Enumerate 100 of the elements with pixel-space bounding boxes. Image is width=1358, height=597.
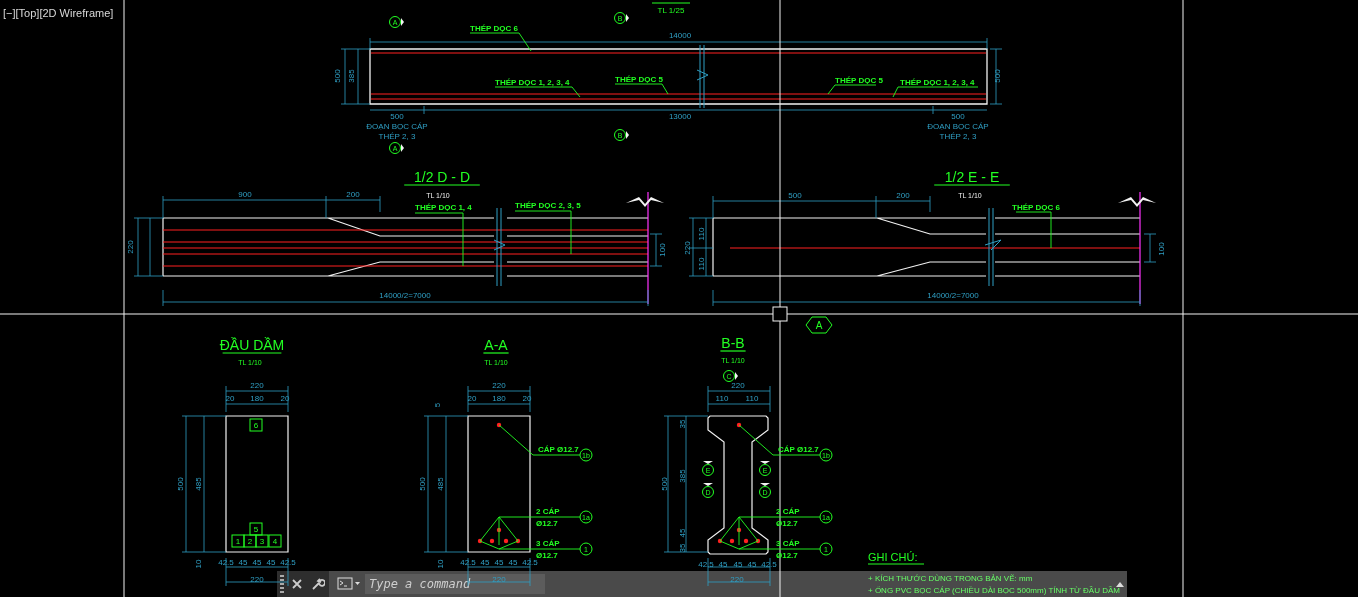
rebar-label: THÉP DỌC 2, 3, 5 — [515, 201, 581, 210]
dimension-text: 220 — [730, 575, 744, 584]
note-text: + ỐNG PVC BỌC CÁP (CHIỀU DÀI BỌC 500mm) TÍNH TỪ ĐẦU DẦM — [868, 586, 1120, 595]
cable-label: 3 CÁP — [776, 539, 800, 548]
dimension-text: 220 — [126, 240, 135, 254]
rebar-label: THÉP DỌC 6 — [1012, 203, 1060, 212]
dimension-text: 45 — [733, 560, 743, 569]
marker-hexagon — [805, 316, 833, 334]
section-title: 1/2 E - E — [944, 169, 1000, 185]
leader-line — [614, 83, 669, 95]
dimension-text: 42.5 — [698, 560, 714, 569]
dimension-text: 20 — [522, 394, 532, 403]
dimension-text: 500 — [176, 477, 185, 491]
cable-label: Ø12.7 — [776, 519, 798, 528]
leader-line — [1015, 211, 1052, 249]
sheath-note: ĐOẠN BỌC CÁP — [366, 122, 428, 131]
leader-line — [514, 210, 572, 255]
dimension-text: 200 — [346, 190, 360, 199]
dimension-text: 20 — [225, 394, 235, 403]
rebar-label: THÉP DỌC 1, 2, 3, 4 — [495, 78, 570, 87]
dimension-text: 42.5 — [522, 558, 538, 567]
dimension-text: 5 — [433, 402, 442, 408]
dimension-text: 385 — [347, 69, 356, 83]
dimension-text: 220 — [731, 381, 745, 390]
dimension-text: 110 — [697, 227, 706, 241]
dimension-text: 100 — [658, 243, 667, 257]
dimension-text: 45 — [480, 558, 490, 567]
dimension-text: 45 — [252, 558, 262, 567]
section-marker-label: A — [815, 320, 823, 331]
bar-number-box — [249, 418, 263, 432]
dimension-text: 500 — [660, 477, 669, 491]
dimension-text: 180 — [250, 394, 264, 403]
dimension-text: 35 — [678, 543, 687, 553]
rebar-label: THÉP DỌC 5 — [615, 75, 663, 84]
drawing-canvas[interactable] — [0, 0, 1358, 597]
grip-handle[interactable] — [277, 571, 287, 597]
dimension-text: 20 — [280, 394, 290, 403]
dimension-text: 100 — [1157, 242, 1166, 256]
dimension-text: 13000 — [668, 112, 692, 121]
dimension-text: 500 — [788, 191, 802, 200]
dimension-text: 220 — [250, 381, 264, 390]
dimension-text: 220 — [683, 241, 692, 255]
dimension-text: 14000/2=7000 — [927, 291, 979, 300]
rebar-label: THÉP DỌC 6 — [470, 24, 518, 33]
notes-title: GHI CHÚ: — [868, 551, 918, 563]
close-icon[interactable] — [291, 578, 303, 590]
view-direction-icon — [760, 461, 770, 464]
bar-number: 3 — [259, 537, 265, 546]
section-title: B-B — [721, 335, 745, 351]
dimension-text: 110 — [745, 394, 759, 403]
cable-label: Ø12.7 — [536, 519, 558, 528]
dimension-text: 385 — [678, 469, 687, 483]
dimension-text: 220 — [492, 575, 506, 584]
dimension-text: 500 — [390, 112, 404, 121]
section-title: ĐẦU DẦM — [219, 337, 285, 353]
section-arrows-icon — [626, 197, 664, 207]
cable-label: Ø12.7 — [776, 551, 798, 560]
section-title: 1/2 D - D — [414, 169, 470, 185]
rebar-label: THÉP DỌC 1, 4 — [415, 203, 472, 212]
cable-label: CÁP Ø12.7 — [778, 445, 819, 454]
dimension-text: 500 — [333, 69, 342, 83]
dimension-text: 42.5 — [761, 560, 777, 569]
dimension-text: 10 — [436, 559, 445, 569]
dimension-text: 45 — [508, 558, 518, 567]
bar-number-box — [243, 534, 257, 548]
cursor-pickbox — [772, 306, 788, 322]
viewport-label[interactable]: [−][Top][2D Wireframe] — [3, 5, 114, 22]
dimension-text: 14000 — [668, 31, 692, 40]
caret-up-icon[interactable] — [1115, 580, 1125, 588]
dimension-text: 45 — [266, 558, 276, 567]
view-direction-icon — [735, 372, 738, 380]
dimension-text: 500 — [993, 69, 1002, 83]
command-prompt-icon[interactable] — [337, 577, 361, 591]
dimension-text: 45 — [238, 558, 248, 567]
dimension-text: 35 — [678, 419, 687, 429]
wrench-icon[interactable] — [311, 577, 325, 591]
rebar-label: THÉP DỌC 5 — [835, 76, 883, 85]
dimension-text: 500 — [418, 477, 427, 491]
dimension-text: 14000/2=7000 — [379, 291, 431, 300]
dimension-text: 500 — [951, 112, 965, 121]
dimension-text: 200 — [896, 191, 910, 200]
cable-label: Ø12.7 — [536, 551, 558, 560]
bar-number: 1 — [235, 537, 241, 546]
dimension-text: 45 — [747, 560, 757, 569]
dimension-text: 485 — [194, 477, 203, 491]
view-direction-icon — [626, 14, 629, 22]
leader-line — [827, 84, 877, 95]
cable-label: 2 CÁP — [776, 507, 800, 516]
break-line — [696, 44, 709, 109]
rebar-label: THÉP DỌC 1, 2, 3, 4 — [900, 78, 975, 87]
cable-label: CÁP Ø12.7 — [538, 445, 579, 454]
bar-number: 6 — [253, 421, 259, 430]
dimension-text: 220 — [250, 575, 264, 584]
view-direction-icon — [401, 18, 404, 26]
bar-number-box — [249, 522, 263, 536]
bar-number-box — [255, 534, 269, 548]
dimension-text: 220 — [492, 381, 506, 390]
sheath-note: ĐOẠN BỌC CÁP — [927, 122, 989, 131]
view-direction-icon — [703, 483, 713, 486]
dimension-text: 45 — [494, 558, 504, 567]
